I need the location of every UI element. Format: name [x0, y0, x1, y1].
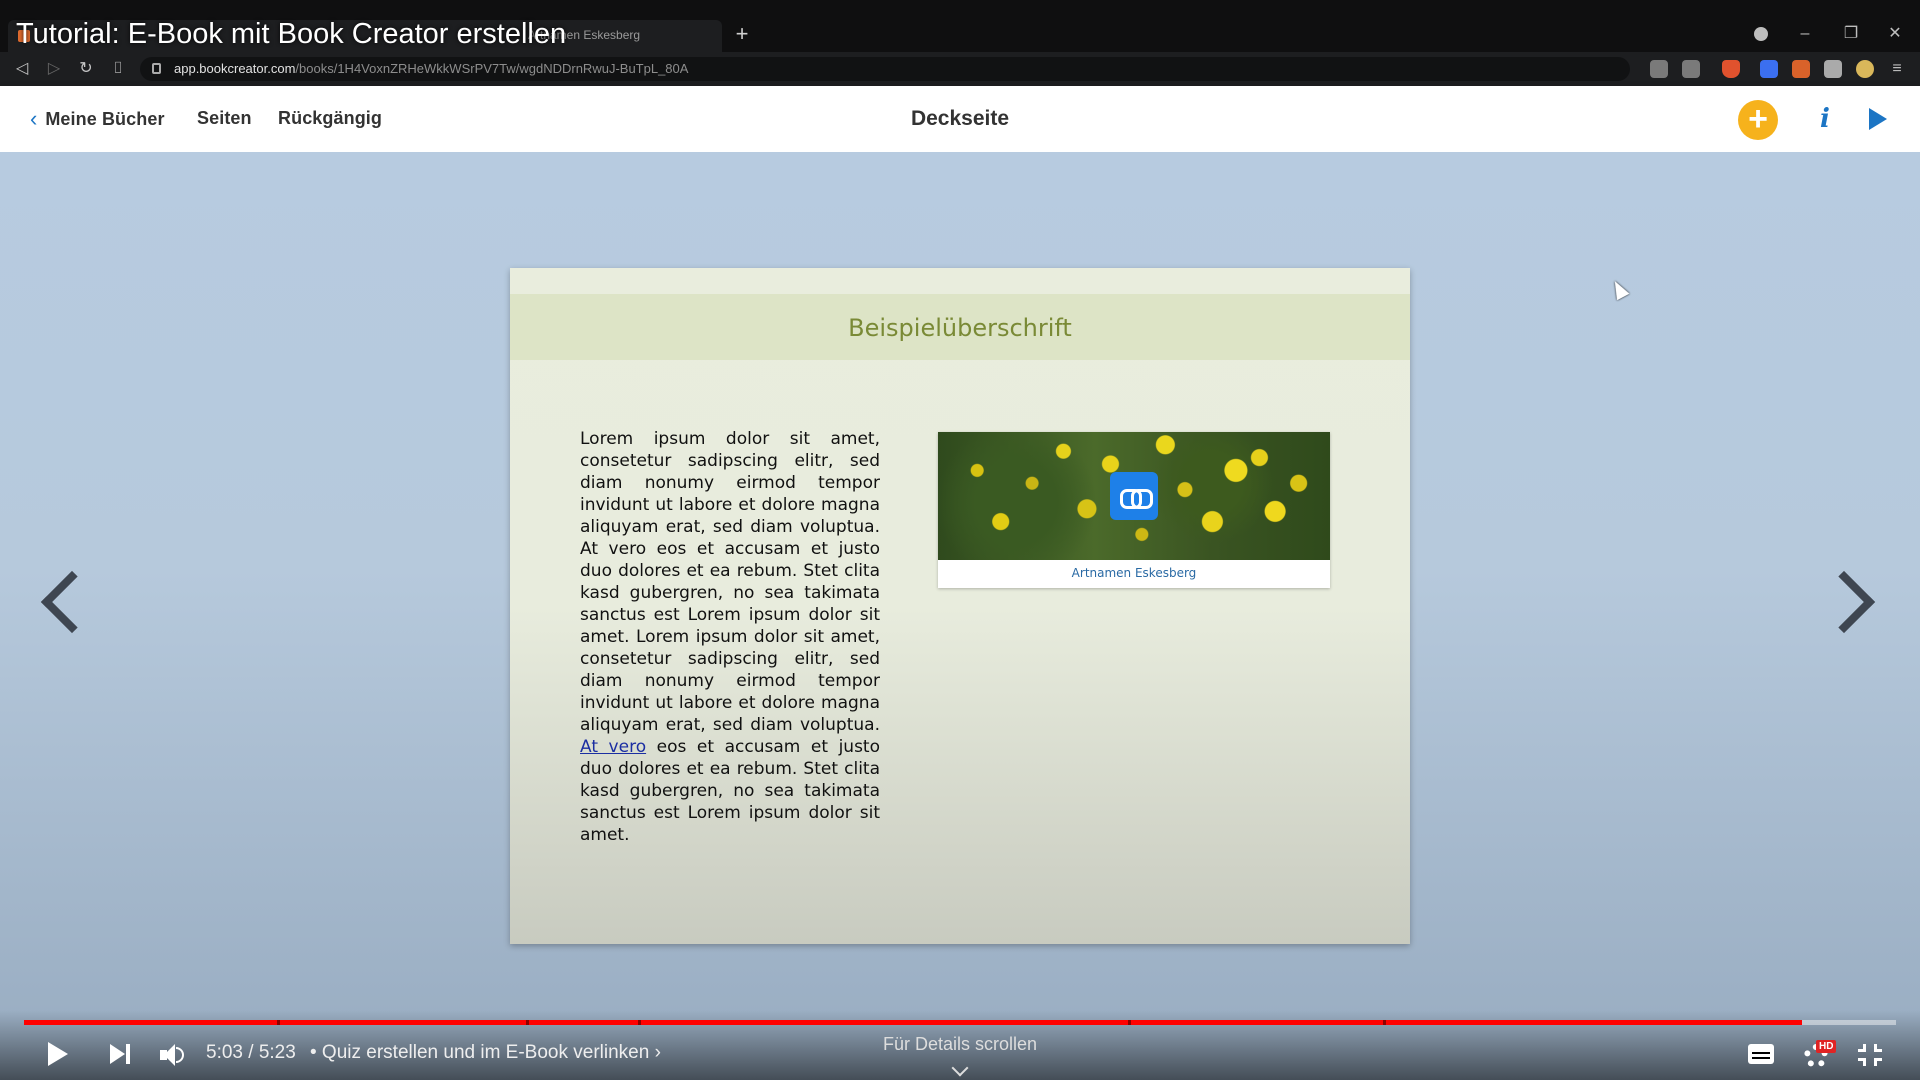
menu-icon[interactable]: ≡ — [1888, 60, 1906, 78]
mouse-cursor-icon — [1608, 277, 1630, 301]
image-link-card[interactable]: Artnamen Eskesberg — [938, 432, 1330, 588]
chapter-marker — [525, 1020, 529, 1025]
book-page[interactable]: Beispielüberschrift Lorem ipsum dolor si… — [510, 268, 1410, 944]
profile-avatar[interactable] — [1856, 60, 1874, 78]
add-button[interactable]: + — [1738, 100, 1778, 140]
back-arrow-icon[interactable]: ◁ — [10, 57, 34, 81]
new-tab-button[interactable]: + — [731, 22, 753, 46]
volume-icon[interactable] — [160, 1044, 186, 1066]
url-field[interactable]: app.bookcreator.com/books/1H4VoxnZRHeWkk… — [140, 57, 1630, 81]
address-bar: ◁ ▷ ↻ ⌷ app.bookcreator.com/books/1H4Vox… — [0, 52, 1920, 86]
reload-icon[interactable]: ↻ — [74, 57, 98, 81]
page-heading[interactable]: Beispielüberschrift — [510, 314, 1410, 342]
close-icon[interactable]: ✕ — [1880, 22, 1910, 46]
body-text-start: Lorem ipsum dolor sit amet, consetetur s… — [580, 429, 880, 735]
body-text-block[interactable]: Lorem ipsum dolor sit amet, consetetur s… — [580, 428, 880, 846]
subtitles-icon[interactable] — [1748, 1044, 1774, 1064]
app-header: ‹ Meine Bücher Seiten Rückgängig Decksei… — [0, 86, 1920, 152]
undo-button[interactable]: Rückgängig — [278, 108, 382, 129]
image-caption: Artnamen Eskesberg — [1071, 566, 1197, 580]
link-icon[interactable] — [1110, 472, 1158, 520]
extension-icon[interactable] — [1760, 60, 1778, 78]
book-canvas-area: Beispielüberschrift Lorem ipsum dolor si… — [0, 152, 1920, 1080]
previous-page-arrow-icon[interactable] — [38, 570, 78, 634]
tab-search-icon[interactable] — [1746, 22, 1776, 46]
url-text: app.bookcreator.com/books/1H4VoxnZRHeWkk… — [174, 61, 688, 76]
chapter-title[interactable]: • Quiz erstellen und im E-Book verlinken… — [310, 1042, 661, 1064]
play-icon[interactable] — [48, 1042, 68, 1066]
forward-arrow-icon[interactable]: ▷ — [42, 57, 66, 81]
chapter-marker — [1383, 1020, 1387, 1025]
chapter-marker — [276, 1020, 280, 1025]
lock-icon — [152, 63, 161, 74]
chevron-left-icon: ‹ — [30, 106, 38, 131]
next-page-arrow-icon[interactable] — [1830, 570, 1870, 634]
time-display: 5:03 / 5:23 — [206, 1042, 296, 1063]
exit-fullscreen-icon[interactable] — [1858, 1044, 1882, 1066]
video-title[interactable]: Tutorial: E-Book mit Book Creator erstel… — [16, 18, 566, 51]
my-books-label: Meine Bücher — [45, 108, 165, 129]
download-icon[interactable] — [1682, 60, 1700, 78]
hd-badge: HD — [1816, 1040, 1837, 1053]
pages-button[interactable]: Seiten — [197, 108, 252, 129]
next-video-icon[interactable] — [110, 1044, 134, 1064]
chevron-down-icon[interactable] — [951, 1059, 969, 1077]
read-play-icon[interactable] — [1869, 108, 1887, 130]
chapter-marker — [1128, 1020, 1132, 1025]
extension-icon[interactable] — [1792, 60, 1810, 78]
my-books-back-link[interactable]: ‹ Meine Bücher — [30, 106, 165, 132]
browser-tab-strip: Artnamen Eskesberg Tutorial: E-Book mit … — [0, 0, 1920, 52]
body-text-link[interactable]: At vero — [580, 737, 646, 757]
info-icon[interactable]: i — [1810, 102, 1840, 136]
heading-band[interactable]: Beispielüberschrift — [510, 294, 1410, 360]
restore-icon[interactable]: ❐ — [1836, 22, 1866, 46]
flower-photo — [938, 432, 1330, 560]
url-host: app.bookcreator.com — [174, 61, 296, 76]
brave-shield-icon[interactable] — [1722, 60, 1740, 78]
video-progress-bar[interactable] — [24, 1020, 1896, 1025]
bookmark-icon[interactable]: ⌷ — [106, 57, 130, 81]
video-progress-fill — [24, 1020, 1803, 1025]
extension-icon[interactable] — [1650, 60, 1668, 78]
minimize-icon[interactable]: – — [1790, 22, 1820, 46]
chapter-marker — [638, 1020, 642, 1025]
url-path: /books/1H4VoxnZRHeWkkWSrPV7Tw/wgdNDDrnRw… — [295, 61, 689, 76]
extensions-puzzle-icon[interactable] — [1824, 60, 1842, 78]
video-player-controls: 5:03 / 5:23 • Quiz erstellen und im E-Bo… — [0, 1010, 1920, 1080]
